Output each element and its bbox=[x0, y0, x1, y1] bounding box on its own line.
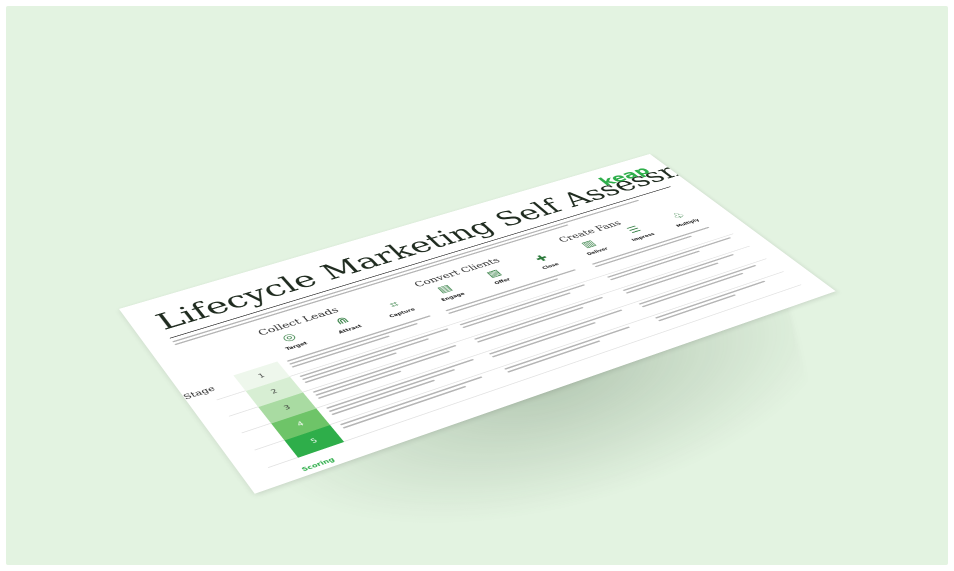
assessment-sheet: Lifecycle Marketing Self Assessment keap… bbox=[119, 154, 836, 494]
perspective-stage: Lifecycle Marketing Self Assessment keap… bbox=[0, 0, 954, 571]
